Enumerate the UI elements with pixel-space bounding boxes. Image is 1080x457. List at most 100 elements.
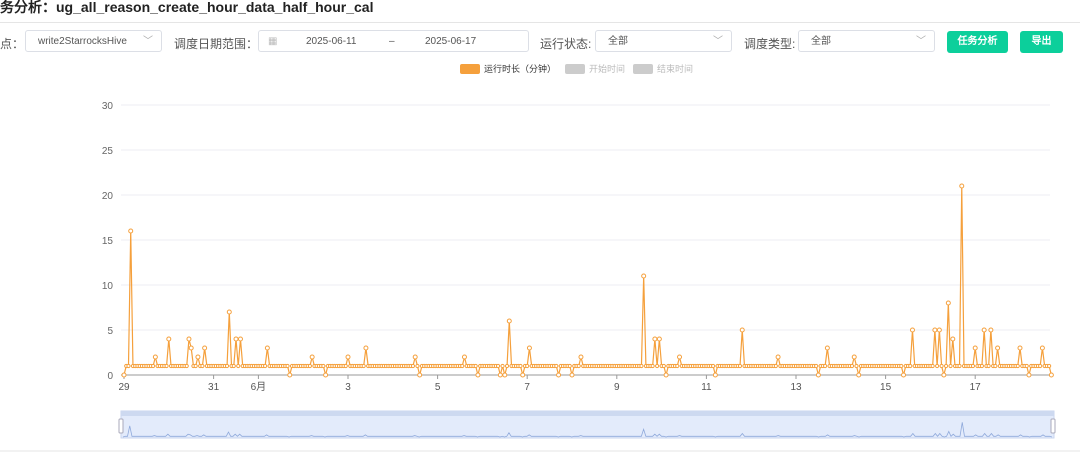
data-point — [184, 363, 189, 369]
data-point — [650, 363, 655, 369]
data-point — [231, 363, 236, 369]
data-point — [152, 354, 158, 360]
zoom-handle-right — [1050, 418, 1056, 434]
y-tick-label: 30 — [102, 101, 114, 112]
data-point — [460, 363, 465, 369]
data-point — [901, 372, 907, 378]
data-point — [854, 363, 859, 369]
data-point — [1047, 363, 1052, 369]
data-point — [773, 363, 778, 369]
data-point — [1026, 372, 1032, 378]
zoom-handle-left — [118, 418, 124, 434]
data-point — [128, 228, 134, 234]
x-tick-label: 11 — [701, 382, 712, 393]
data-point — [1048, 372, 1054, 378]
data-point — [475, 372, 481, 378]
data-point — [195, 354, 201, 360]
data-point — [930, 363, 935, 369]
data-point — [993, 363, 998, 369]
data-point — [520, 372, 526, 378]
x-tick-label: 5 — [435, 382, 441, 393]
data-point — [226, 309, 232, 315]
data-point — [943, 363, 949, 369]
data-point — [164, 363, 169, 369]
data-point — [343, 363, 348, 369]
data-point — [500, 363, 505, 369]
data-point — [502, 372, 508, 378]
data-point — [1017, 345, 1023, 351]
data-point — [461, 354, 467, 360]
data-point — [151, 363, 156, 369]
data-point — [988, 327, 994, 333]
data-point — [518, 363, 523, 369]
data-point — [233, 336, 239, 342]
y-tick-label: 0 — [107, 371, 113, 382]
data-point — [995, 345, 1001, 351]
x-tick-label: 7 — [524, 382, 530, 393]
data-point — [823, 363, 828, 369]
y-tick-label: 20 — [102, 191, 114, 202]
data-point — [849, 363, 855, 369]
data-point — [497, 372, 503, 378]
data-point — [473, 363, 478, 369]
data-point — [1015, 363, 1020, 369]
data-point — [712, 372, 718, 378]
data-point — [363, 345, 369, 351]
y-tick-label: 25 — [102, 146, 114, 157]
data-point — [972, 345, 978, 351]
y-tick-label: 10 — [102, 281, 114, 292]
x-tick-label: 6月 — [251, 381, 267, 393]
data-point — [935, 363, 940, 369]
data-point — [321, 363, 326, 369]
duration-chart: 0 5 10 15 20 25 30 29 31 6月 3 5 7 9 11 13 15 17 — [0, 101, 1080, 452]
data-point — [236, 363, 241, 369]
data-point — [264, 345, 270, 351]
data-point — [506, 318, 512, 324]
data-point — [495, 363, 501, 369]
x-tick-label: 15 — [880, 382, 892, 393]
data-point — [526, 345, 532, 351]
data-point — [970, 363, 976, 369]
data-point — [200, 363, 205, 369]
data-point — [285, 363, 290, 369]
data-point — [677, 354, 683, 360]
data-point — [504, 363, 510, 369]
data-point — [361, 363, 366, 369]
data-point — [323, 372, 329, 378]
data-point — [554, 363, 559, 369]
data-point — [202, 345, 208, 351]
data-point — [567, 363, 572, 369]
data-point — [909, 327, 915, 333]
data-point — [569, 372, 575, 378]
data-point — [711, 363, 716, 369]
y-tick-label: 15 — [102, 236, 114, 247]
x-tick-label: 17 — [970, 382, 982, 393]
data-point — [851, 354, 857, 360]
data-point — [814, 363, 819, 369]
data-point — [188, 345, 194, 351]
data-point — [237, 336, 243, 342]
data-point — [948, 363, 953, 369]
data-point — [412, 354, 418, 360]
data-point — [186, 336, 192, 342]
x-tick-label: 13 — [790, 382, 802, 393]
data-point — [661, 363, 666, 369]
data-point — [775, 354, 781, 360]
data-point — [263, 363, 268, 369]
data-point — [556, 372, 562, 378]
series-line — [123, 185, 1052, 376]
data-point — [410, 363, 416, 369]
data-point — [908, 363, 913, 369]
data-point — [941, 372, 947, 378]
data-point — [959, 183, 965, 189]
data-point — [939, 363, 944, 369]
data-point — [656, 336, 662, 342]
data-point — [663, 372, 669, 378]
data-point — [981, 327, 987, 333]
zoom-slider-bar — [121, 411, 1054, 416]
data-point — [287, 372, 293, 378]
data-point — [815, 372, 821, 378]
data-point — [121, 372, 127, 378]
data-point — [950, 336, 956, 342]
data-point — [417, 372, 423, 378]
